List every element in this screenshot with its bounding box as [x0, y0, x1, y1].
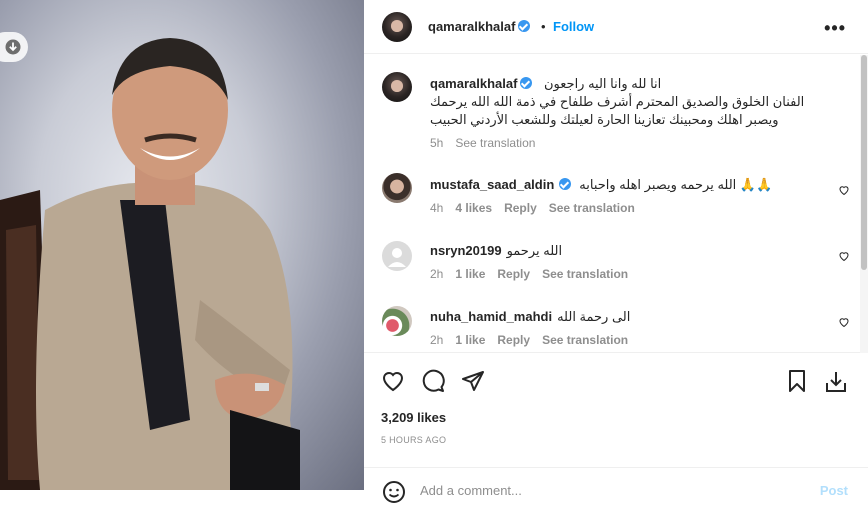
- reply-button[interactable]: Reply: [497, 333, 530, 347]
- likes-count[interactable]: 3,209 likes: [381, 410, 446, 425]
- comment-username[interactable]: mustafa_saad_aldin: [430, 177, 554, 192]
- see-translation-link[interactable]: See translation: [542, 267, 628, 281]
- comment-icon[interactable]: [421, 369, 445, 393]
- author-username-text: qamaralkhalaf: [428, 19, 516, 34]
- comment-meta: 4h 4 likes Reply See translation: [430, 201, 647, 215]
- comment-time: 4h: [430, 201, 444, 215]
- caption-see-translation[interactable]: See translation: [455, 136, 535, 150]
- comment-like-heart-icon[interactable]: [838, 250, 850, 262]
- post-button[interactable]: Post: [820, 483, 848, 498]
- post-image[interactable]: [0, 0, 364, 490]
- reply-button[interactable]: Reply: [504, 201, 537, 215]
- author-username[interactable]: qamaralkhalaf: [428, 19, 531, 34]
- caption-time: 5h: [430, 136, 444, 150]
- comment-time: 2h: [430, 267, 444, 281]
- comment-row-1: mustafa_saad_aldin الله يرحمه ويصبر اهله …: [430, 177, 772, 193]
- caption-author[interactable]: qamaralkhalaf: [430, 76, 533, 91]
- verified-icon: [518, 20, 531, 32]
- comment-like-heart-icon[interactable]: [838, 184, 850, 196]
- share-icon[interactable]: [461, 369, 485, 393]
- caption-username-text: qamaralkhalaf: [430, 76, 518, 91]
- download-icon: [5, 39, 21, 55]
- action-bar: [364, 363, 868, 399]
- verified-icon: [520, 77, 533, 89]
- emoji-icon[interactable]: [382, 480, 406, 504]
- bottom-strip: [0, 490, 364, 507]
- comment-avatar-default[interactable]: [382, 241, 412, 271]
- portrait-photo: [0, 38, 300, 490]
- comment-text: الله يرحمه ويصبر اهله واحبابه 🙏🙏: [579, 177, 773, 192]
- comment-time: 2h: [430, 333, 444, 347]
- comment-likes[interactable]: 1 like: [455, 267, 485, 281]
- comment-input[interactable]: Add a comment...: [420, 483, 522, 498]
- comments-scroll-area[interactable]: qamaralkhalaf انا لله وانا اليه راجعون ا…: [364, 55, 868, 353]
- reply-button[interactable]: Reply: [497, 267, 530, 281]
- author-avatar[interactable]: [382, 12, 412, 42]
- comment-avatar[interactable]: [382, 173, 412, 203]
- post-header: qamaralkhalaf • Follow •••: [364, 0, 868, 54]
- post-date: 5 HOURS AGO: [381, 435, 447, 445]
- verified-icon: [559, 178, 572, 190]
- post-details-panel: qamaralkhalaf • Follow ••• qamaralkhalaf…: [364, 0, 868, 507]
- comment-username[interactable]: nsryn20199: [430, 243, 502, 258]
- comment-likes[interactable]: 4 likes: [455, 201, 492, 215]
- caption-author-avatar[interactable]: [382, 72, 412, 102]
- follow-button[interactable]: Follow: [553, 19, 594, 34]
- caption-line-1: انا لله وانا اليه راجعون: [544, 76, 662, 91]
- comment-text: الى رحمة الله: [557, 309, 631, 324]
- comment-likes[interactable]: 1 like: [455, 333, 485, 347]
- comment-like-heart-icon[interactable]: [838, 316, 850, 328]
- see-translation-link[interactable]: See translation: [549, 201, 635, 215]
- more-icon[interactable]: •••: [824, 18, 846, 39]
- separator-dot: •: [541, 19, 546, 34]
- caption-line-2: الفنان الخلوق والصديق المحترم أشرف طلفاح…: [430, 94, 805, 109]
- heart-icon[interactable]: [381, 369, 405, 393]
- comment-row-3: nuha_hamid_mahdi الى رحمة الله: [430, 309, 630, 325]
- comment-username[interactable]: nuha_hamid_mahdi: [430, 309, 552, 324]
- caption-line-3: ويصبر اهلك ومحبينك تعازينا الحارة لعيلتك…: [430, 112, 779, 127]
- comment-meta: 2h 1 like Reply See translation: [430, 267, 640, 281]
- see-translation-link[interactable]: See translation: [542, 333, 628, 347]
- comment-avatar[interactable]: [382, 306, 412, 336]
- comment-text: الله يرحمو: [506, 243, 563, 258]
- comment-row-2: nsryn20199 الله يرحمو: [430, 243, 562, 259]
- scrollbar-thumb[interactable]: [861, 55, 867, 270]
- caption-meta: 5h See translation: [430, 136, 547, 150]
- comment-bar: Add a comment... Post: [364, 467, 868, 507]
- zoom-icon[interactable]: [823, 369, 849, 395]
- comment-meta: 2h 1 like Reply See translation: [430, 333, 640, 347]
- default-avatar-icon: [388, 248, 406, 267]
- bookmark-icon[interactable]: [785, 369, 809, 393]
